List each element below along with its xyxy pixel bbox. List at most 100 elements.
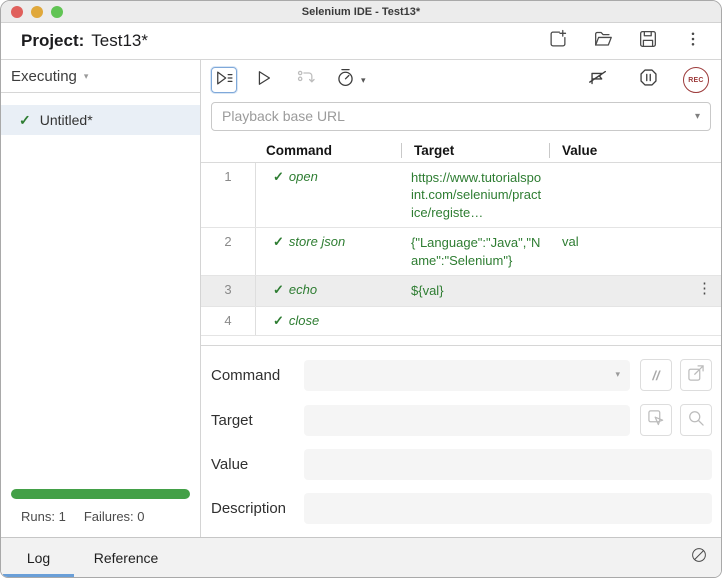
command-cell: ✓store json xyxy=(256,228,401,275)
target-field[interactable] xyxy=(304,405,630,436)
run-all-icon xyxy=(214,68,234,93)
target-cell: https://www.tutorialspoint.com/selenium/… xyxy=(401,163,549,228)
toggle-comment-button[interactable]: // xyxy=(640,359,672,391)
tests-sidebar: Executing ▾ ✓ Untitled* Runs: 1 Failures… xyxy=(1,60,201,537)
open-external-icon xyxy=(686,363,706,388)
window-title: Selenium IDE - Test13* xyxy=(302,6,420,18)
record-label: REC xyxy=(688,77,703,84)
clear-log-button[interactable] xyxy=(689,548,709,568)
value-field-label: Value xyxy=(211,456,304,473)
row-number: 1 xyxy=(201,163,256,228)
selenium-ide-window: Selenium IDE - Test13* Project: Test13* xyxy=(0,0,722,578)
target-cell: {"Language":"Java","Name":"Selenium"} xyxy=(401,228,549,275)
command-row[interactable]: 2 ✓store json {"Language":"Java","Name":… xyxy=(201,228,721,276)
commands-table-header: Command Target Value xyxy=(201,139,721,163)
chevron-down-icon: ▾ xyxy=(615,369,620,380)
minimize-window-button[interactable] xyxy=(31,6,43,18)
column-header-value: Value xyxy=(549,143,721,158)
test-list-item-untitled[interactable]: ✓ Untitled* xyxy=(1,105,200,135)
chevron-down-icon: ▾ xyxy=(84,71,89,82)
search-icon xyxy=(686,408,706,433)
playback-base-url-input[interactable] xyxy=(222,108,695,124)
runs-count: Runs: 1 xyxy=(21,509,66,524)
test-list: ✓ Untitled* xyxy=(1,105,200,135)
command-editor-form: Command ▾ // xyxy=(201,345,721,537)
column-header-command: Command xyxy=(256,143,401,158)
command-row-selected[interactable]: 3 ✓echo ${val} ⋮ xyxy=(201,276,721,307)
value-cell xyxy=(549,307,721,335)
tab-reference[interactable]: Reference xyxy=(76,538,176,577)
run-all-tests-button[interactable] xyxy=(211,67,237,93)
close-window-button[interactable] xyxy=(11,6,23,18)
description-field-label: Description xyxy=(211,500,304,517)
passed-check-icon: ✓ xyxy=(273,313,284,328)
value-cell xyxy=(549,163,721,228)
playback-toolbar: ▾ REC xyxy=(201,60,721,100)
project-title: Project: Test13* xyxy=(21,31,148,51)
app-header: Project: Test13* xyxy=(1,23,721,59)
command-cell: ✓echo xyxy=(256,276,401,306)
value-cell: val xyxy=(549,228,721,275)
zoom-window-button[interactable] xyxy=(51,6,63,18)
chevron-down-icon: ▾ xyxy=(361,75,366,86)
tab-log[interactable]: Log xyxy=(1,538,76,577)
select-target-button[interactable] xyxy=(640,404,672,436)
more-options-button[interactable] xyxy=(681,29,705,53)
save-project-button[interactable] xyxy=(636,29,660,53)
comment-slashes-icon: // xyxy=(652,368,659,383)
open-project-button[interactable] xyxy=(591,29,615,53)
failures-count: Failures: 0 xyxy=(84,509,145,524)
test-name: Untitled* xyxy=(40,112,93,128)
window-titlebar: Selenium IDE - Test13* xyxy=(1,1,721,23)
disable-breakpoints-button[interactable] xyxy=(585,67,611,93)
flag-off-icon xyxy=(587,67,609,94)
command-field[interactable]: ▾ xyxy=(304,360,630,391)
run-progress-bar xyxy=(11,489,190,499)
target-cell xyxy=(401,307,549,335)
record-button[interactable]: REC xyxy=(683,67,709,93)
play-icon xyxy=(254,68,274,93)
command-field-label: Command xyxy=(211,367,304,384)
target-field-label: Target xyxy=(211,412,304,429)
target-cell: ${val} xyxy=(401,276,549,306)
step-over-button[interactable] xyxy=(293,67,319,93)
kebab-menu-icon xyxy=(684,29,702,54)
run-stats: Runs: 1 Failures: 0 xyxy=(1,509,200,537)
command-row[interactable]: 4 ✓close xyxy=(201,307,721,336)
run-current-test-button[interactable] xyxy=(251,67,277,93)
sidebar-view-label: Executing xyxy=(11,68,77,85)
base-url-bar: ▾ xyxy=(211,102,711,131)
test-passed-check-icon: ✓ xyxy=(19,112,31,129)
new-project-button[interactable] xyxy=(546,29,570,53)
pause-octagon-icon xyxy=(638,67,659,93)
pause-on-exceptions-button[interactable] xyxy=(635,67,661,93)
chevron-down-icon: ▾ xyxy=(695,111,700,122)
open-folder-icon xyxy=(592,28,614,55)
select-target-icon xyxy=(646,408,666,433)
project-name: Test13* xyxy=(91,31,148,50)
passed-check-icon: ✓ xyxy=(273,169,284,184)
command-cell: ✓close xyxy=(256,307,401,335)
prohibition-icon xyxy=(690,546,708,569)
passed-check-icon: ✓ xyxy=(273,234,284,249)
find-target-button[interactable] xyxy=(680,404,712,436)
step-over-icon xyxy=(296,68,316,93)
row-number: 2 xyxy=(201,228,256,275)
open-reference-window-button[interactable] xyxy=(680,359,712,391)
command-row[interactable]: 1 ✓open https://www.tutorialspoint.com/s… xyxy=(201,163,721,229)
column-header-target: Target xyxy=(401,143,549,158)
row-number: 4 xyxy=(201,307,256,335)
command-cell: ✓open xyxy=(256,163,401,228)
sidebar-view-dropdown[interactable]: Executing ▾ xyxy=(1,60,200,93)
bottom-panel-tabs: Log Reference xyxy=(1,537,721,577)
stopwatch-icon xyxy=(335,67,356,93)
save-icon xyxy=(637,28,659,55)
row-kebab-menu[interactable]: ⋮ xyxy=(697,276,721,306)
row-number: 3 xyxy=(201,276,256,306)
description-field[interactable] xyxy=(304,493,712,524)
test-speed-button[interactable]: ▾ xyxy=(335,67,366,93)
passed-check-icon: ✓ xyxy=(273,282,284,297)
project-label: Project: xyxy=(21,31,84,50)
new-project-icon xyxy=(547,28,569,55)
value-field[interactable] xyxy=(304,449,712,480)
